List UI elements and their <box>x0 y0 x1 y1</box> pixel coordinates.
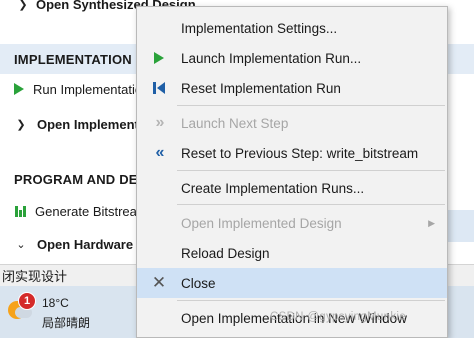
generate-bitstream-item[interactable]: Generate Bitstream <box>14 200 148 222</box>
close-icon: ✕ <box>151 273 167 292</box>
menu-item-label: Open Implemented Design <box>181 215 342 231</box>
temperature-text[interactable]: 18°C <box>42 296 69 310</box>
watermark-text: CSDN @gypsyingMunkie <box>270 311 406 323</box>
status-text: 闭实现设计 <box>2 269 68 284</box>
run-implementation-label: Run Implementation <box>33 81 150 97</box>
reset-icon <box>153 82 165 94</box>
menu-separator <box>177 105 445 106</box>
run-implementation-item[interactable]: Run Implementation <box>14 78 149 100</box>
menu-item-label: Launch Next Step <box>181 115 289 131</box>
generate-bitstream-label: Generate Bitstream <box>35 203 148 219</box>
weather-condition-text[interactable]: 局部晴朗 <box>42 314 90 331</box>
chevron-down-icon: ⌄ <box>16 238 26 251</box>
menu-item-label: Reload Design <box>181 245 270 261</box>
play-icon <box>154 52 164 64</box>
notification-badge: 1 <box>18 292 36 310</box>
menu-item-create-implementation-runs[interactable]: Create Implementation Runs... <box>137 173 447 203</box>
menu-separator <box>177 300 445 301</box>
menu-item-label: Close <box>181 275 216 291</box>
menu-item-launch-next-step: » Launch Next Step <box>137 108 447 138</box>
menu-item-launch-implementation-run[interactable]: Launch Implementation Run... <box>137 43 447 73</box>
menu-item-reload-design[interactable]: Reload Design <box>137 238 447 268</box>
selected-row-strip <box>446 210 474 242</box>
menu-separator <box>177 170 445 171</box>
bitstream-icon <box>14 204 28 218</box>
menu-item-label: Implementation Settings... <box>181 20 338 36</box>
submenu-arrow-icon: ▶ <box>428 217 435 228</box>
chevron-right-icon: ❯ <box>16 118 26 131</box>
implementation-section-title: IMPLEMENTATION <box>14 51 132 67</box>
menu-item-reset-implementation-run[interactable]: Reset Implementation Run <box>137 73 447 103</box>
double-chevron-left-icon: « <box>155 144 165 161</box>
menu-item-close[interactable]: ✕ Close <box>137 268 447 298</box>
double-chevron-right-icon: » <box>155 114 165 131</box>
menu-item-label: Launch Implementation Run... <box>181 50 362 66</box>
menu-item-open-implemented-design: Open Implemented Design ▶ <box>137 208 447 238</box>
menu-item-label: Create Implementation Runs... <box>181 180 365 196</box>
implementation-section-header[interactable]: IMPLEMENTATION <box>14 48 132 70</box>
chevron-right-icon: ❯ <box>18 0 28 11</box>
menu-separator <box>177 204 445 205</box>
context-menu: Implementation Settings... Launch Implem… <box>136 6 448 338</box>
menu-item-reset-to-previous-step[interactable]: « Reset to Previous Step: write_bitstrea… <box>137 138 447 168</box>
menu-item-implementation-settings[interactable]: Implementation Settings... <box>137 13 447 43</box>
menu-item-label: Reset Implementation Run <box>181 80 341 96</box>
menu-item-label: Reset to Previous Step: write_bitstream <box>181 145 419 161</box>
play-icon <box>14 83 24 95</box>
